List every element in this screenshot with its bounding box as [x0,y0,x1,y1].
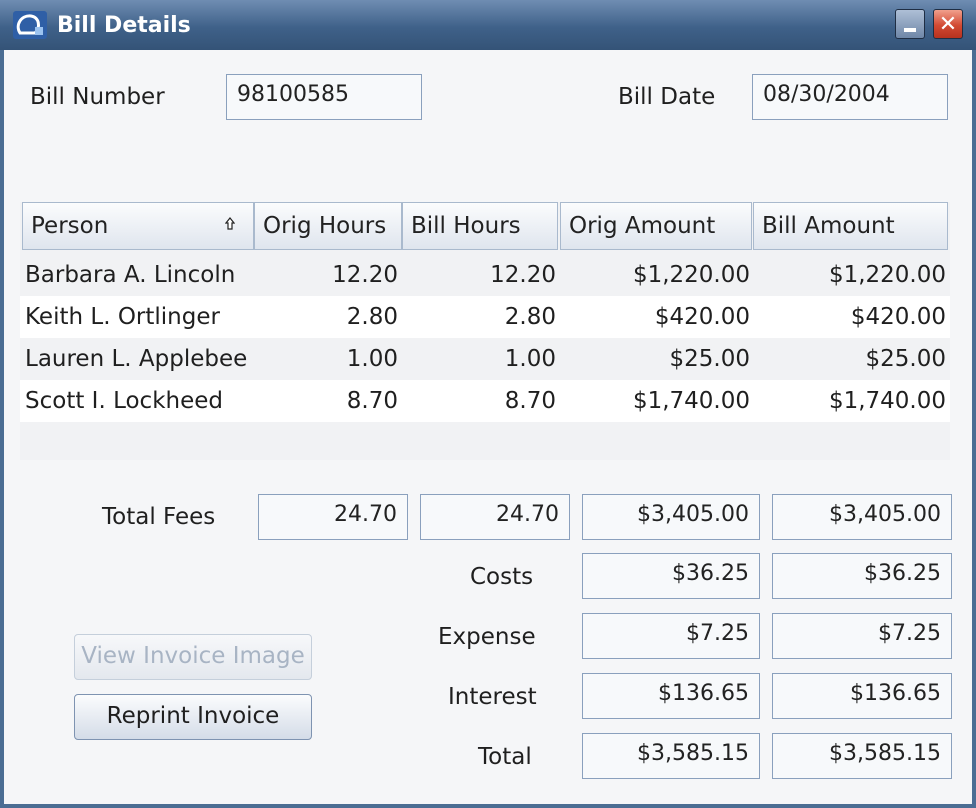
table-row[interactable]: Barbara A. Lincoln 12.20 12.20 $1,220.00… [20,254,950,296]
column-header-orig-amount[interactable]: Orig Amount [560,202,752,250]
table-row[interactable]: Lauren L. Applebee 1.00 1.00 $25.00 $25.… [20,338,950,380]
cell-bill-amount: $420.00 [850,304,946,330]
column-header-label: Person [31,213,109,239]
bill-date-label: Bill Date [618,84,716,110]
column-header-label: Orig Amount [569,213,716,239]
cell-orig-amount: $1,220.00 [632,262,750,288]
total-fees-orig-amount-field[interactable]: $3,405.00 [582,494,760,540]
minimize-icon [904,28,916,32]
expense-orig-amount-field[interactable]: $7.25 [582,613,760,659]
bill-number-field[interactable]: 98100585 [226,74,422,120]
cell-person: Lauren L. Applebee [25,346,248,372]
column-header-label: Bill Amount [762,213,895,239]
cell-orig-hours: 2.80 [346,304,398,330]
expense-bill-amount-field[interactable]: $7.25 [772,613,952,659]
cell-bill-hours: 12.20 [490,262,556,288]
bill-number-label: Bill Number [30,84,165,110]
cell-orig-hours: 8.70 [346,388,398,414]
cell-person: Barbara A. Lincoln [25,262,236,288]
costs-label: Costs [470,564,534,590]
interest-bill-amount-field[interactable]: $136.65 [772,673,952,719]
bill-details-window: Bill Details ✕ Bill Number 98100585 Bill… [0,0,976,808]
interest-label: Interest [448,684,537,710]
cell-person: Keith L. Ortlinger [25,304,220,330]
total-fees-bill-amount-field[interactable]: $3,405.00 [772,494,952,540]
view-invoice-image-button[interactable]: View Invoice Image [74,634,312,680]
expense-label: Expense [438,624,536,650]
app-logo-icon [13,11,47,39]
cell-bill-hours: 8.70 [504,388,556,414]
column-header-label: Orig Hours [263,213,387,239]
cell-orig-hours: 12.20 [332,262,398,288]
cell-bill-hours: 1.00 [504,346,556,372]
costs-orig-amount-field[interactable]: $36.25 [582,553,760,599]
costs-bill-amount-field[interactable]: $36.25 [772,553,952,599]
window-title: Bill Details [57,13,191,38]
cell-orig-amount: $25.00 [669,346,750,372]
cell-bill-amount: $1,740.00 [828,388,946,414]
column-header-orig-hours[interactable]: Orig Hours [254,202,402,250]
column-header-person[interactable]: Person [22,202,254,250]
interest-orig-amount-field[interactable]: $136.65 [582,673,760,719]
total-label: Total [478,744,532,770]
cell-bill-amount: $25.00 [865,346,946,372]
table-row[interactable]: Keith L. Ortlinger 2.80 2.80 $420.00 $42… [20,296,950,338]
title-bar[interactable]: Bill Details ✕ [0,0,976,50]
cell-orig-amount: $1,740.00 [632,388,750,414]
sort-ascending-icon [225,217,235,230]
total-fees-label: Total Fees [102,504,216,530]
minimize-button[interactable] [895,9,925,39]
bill-lines-grid[interactable]: Person Orig Hours Bill Hours Orig Amount… [20,202,950,460]
cell-bill-hours: 2.80 [504,304,556,330]
cell-person: Scott I. Lockheed [25,388,223,414]
total-orig-amount-field[interactable]: $3,585.15 [582,733,760,779]
column-header-bill-amount[interactable]: Bill Amount [753,202,948,250]
total-bill-amount-field[interactable]: $3,585.15 [772,733,952,779]
cell-orig-amount: $420.00 [654,304,750,330]
bill-date-field[interactable]: 08/30/2004 [752,74,948,120]
reprint-invoice-button[interactable]: Reprint Invoice [74,694,312,740]
cell-bill-amount: $1,220.00 [828,262,946,288]
close-button[interactable]: ✕ [933,9,963,39]
column-header-bill-hours[interactable]: Bill Hours [402,202,558,250]
close-icon: ✕ [938,11,958,37]
total-fees-orig-hours-field[interactable]: 24.70 [258,494,408,540]
column-header-label: Bill Hours [411,213,521,239]
cell-orig-hours: 1.00 [346,346,398,372]
table-row[interactable]: Scott I. Lockheed 8.70 8.70 $1,740.00 $1… [20,380,950,422]
total-fees-bill-hours-field[interactable]: 24.70 [420,494,570,540]
